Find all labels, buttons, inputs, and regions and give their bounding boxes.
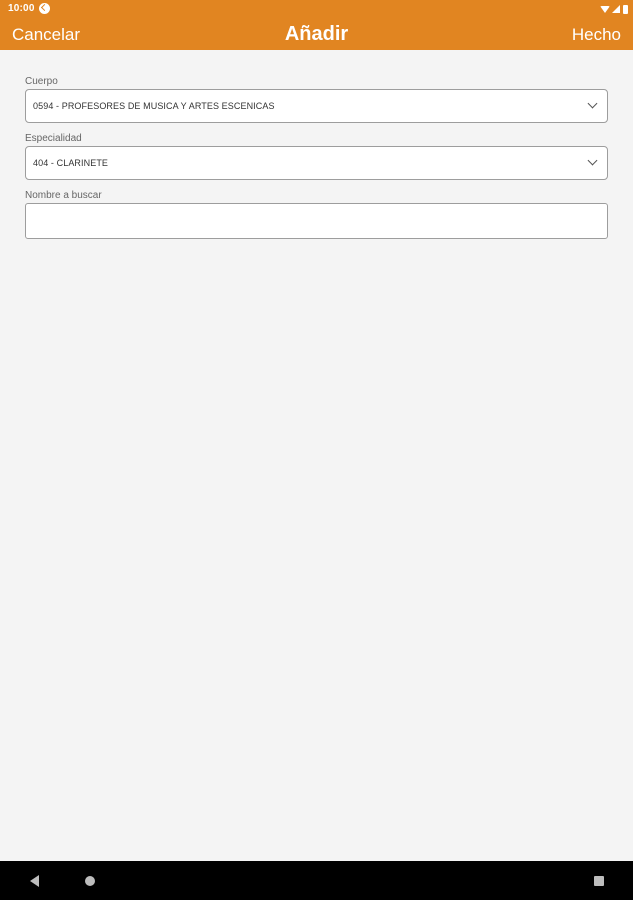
chevron-down-icon: [587, 155, 598, 166]
cuerpo-select[interactable]: 0594 - PROFESORES DE MUSICA Y ARTES ESCE…: [25, 89, 608, 123]
cuerpo-value: 0594 - PROFESORES DE MUSICA Y ARTES ESCE…: [33, 101, 275, 111]
page-title: Añadir: [284, 23, 349, 45]
status-bar: 10:00: [0, 0, 633, 18]
add-form: Cuerpo 0594 - PROFESORES DE MUSICA Y ART…: [25, 76, 608, 239]
chevron-down-icon: [587, 98, 598, 109]
nombre-input[interactable]: [25, 203, 608, 239]
cuerpo-label: Cuerpo: [25, 76, 58, 87]
wifi-icon: [600, 5, 610, 13]
especialidad-value: 404 - CLARINETE: [33, 158, 109, 168]
signal-icon: [612, 5, 620, 13]
system-nav-bar: [0, 861, 633, 900]
nombre-label: Nombre a buscar: [25, 190, 102, 201]
battery-icon: [623, 4, 628, 14]
home-icon[interactable]: [85, 876, 95, 886]
notification-icon: [39, 3, 50, 14]
back-icon[interactable]: [30, 875, 39, 887]
app-bar: Cancelar Añadir Hecho: [0, 18, 633, 50]
status-time: 10:00: [8, 3, 35, 14]
especialidad-label: Especialidad: [25, 133, 82, 144]
recents-icon[interactable]: [594, 876, 604, 886]
status-icons: [600, 3, 628, 15]
especialidad-select[interactable]: 404 - CLARINETE: [25, 146, 608, 180]
done-button[interactable]: Hecho: [572, 25, 621, 45]
